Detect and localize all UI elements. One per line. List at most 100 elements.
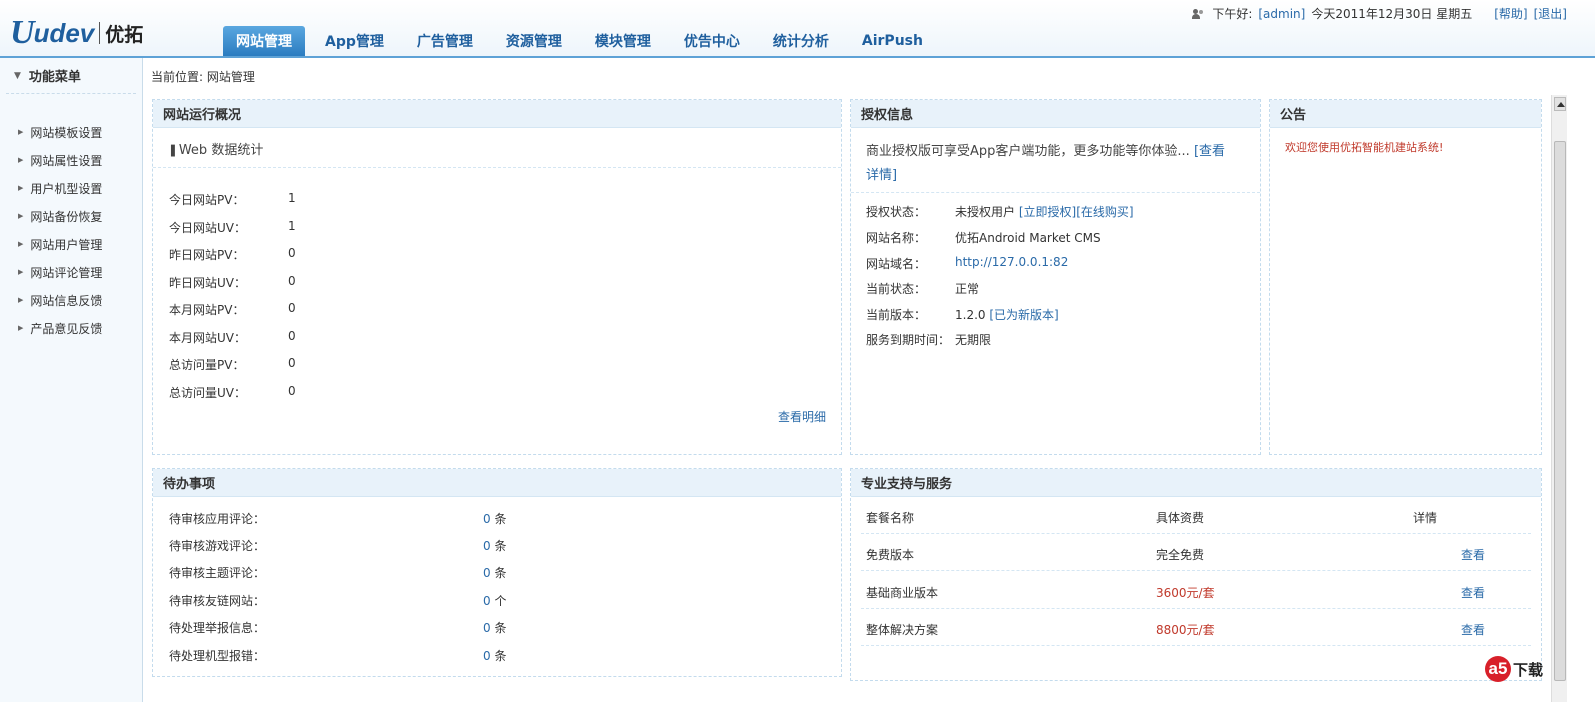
plan-price-amount: 3600元/套	[1156, 586, 1215, 600]
todo-count-link[interactable]: 0	[483, 594, 491, 608]
sidebar-item-label: 用户机型设置	[30, 181, 103, 196]
expire-label: 服务到期时间：	[866, 333, 951, 347]
version-number: 1.2.0	[955, 308, 986, 322]
panel-title: 专业支持与服务	[851, 469, 1541, 497]
sidebar-title[interactable]: ▼ 功能菜单	[6, 58, 136, 94]
site-domain-label: 网站域名：	[866, 257, 927, 271]
view-plan-link[interactable]: 查看	[1461, 621, 1485, 638]
buy-online-link[interactable]: [在线购买]	[1076, 205, 1133, 219]
logout-link[interactable]: [退出]	[1534, 5, 1567, 22]
plan-name: 免费版本	[866, 548, 915, 562]
stat-label: 昨日网站UV：	[169, 276, 246, 290]
user-bar: 下午好: [admin] 今天2011年12月30日 星期五 [帮助] [退出]	[1192, 5, 1567, 22]
tab-statistics[interactable]: 统计分析	[760, 26, 842, 56]
todo-label: 待审核主题评论：	[169, 566, 266, 580]
tab-ad-management[interactable]: 广告管理	[404, 26, 486, 56]
site-name-label: 网站名称：	[866, 231, 927, 245]
help-link[interactable]: [帮助]	[1494, 5, 1527, 22]
bullet-icon: ▶	[18, 156, 24, 164]
overview-panel: 网站运行概况 ▐ Web 数据统计 今日网站PV： 1 今日网站UV： 1 昨日…	[152, 99, 842, 455]
tab-app-management[interactable]: App管理	[312, 26, 397, 56]
logo[interactable]: Uudev 优拓	[10, 14, 143, 52]
todo-count[interactable]: 0 条	[483, 537, 506, 554]
sidebar-item-backup-restore[interactable]: ▶ 网站备份恢复	[0, 202, 142, 230]
site-name-value: 优拓Android Market CMS	[955, 231, 1101, 245]
vertical-scrollbar[interactable]	[1551, 95, 1567, 702]
site-state-value: 正常	[955, 282, 980, 296]
logo-mark: U	[10, 14, 35, 51]
todo-count[interactable]: 0 条	[483, 510, 506, 527]
bullet-icon: ▶	[18, 212, 24, 220]
view-details-link[interactable]: 查看明细	[778, 408, 826, 425]
sidebar-item-attribute-settings[interactable]: ▶ 网站属性设置	[0, 146, 142, 174]
table-header: 套餐名称	[866, 511, 915, 525]
todo-unit: 条	[494, 566, 507, 580]
view-plan-link[interactable]: 查看	[1461, 546, 1485, 563]
sidebar-item-product-feedback[interactable]: ▶ 产品意见反馈	[0, 314, 142, 342]
todo-count-link[interactable]: 0	[483, 512, 491, 526]
tab-website-management[interactable]: 网站管理	[223, 26, 305, 56]
todo-count-link[interactable]: 0	[483, 539, 491, 553]
todo-label: 待审核游戏评论：	[169, 539, 266, 553]
tab-airpush[interactable]: AirPush	[849, 26, 936, 56]
date-text: 今天2011年12月30日 星期五	[1311, 7, 1473, 21]
sidebar-item-user-management[interactable]: ▶ 网站用户管理	[0, 230, 142, 258]
sidebar-item-device-settings[interactable]: ▶ 用户机型设置	[0, 174, 142, 202]
sidebar-item-feedback[interactable]: ▶ 网站信息反馈	[0, 286, 142, 314]
watermark-logo: a5 下载	[1485, 656, 1543, 682]
todo-count-link[interactable]: 0	[483, 621, 491, 635]
todo-count-link[interactable]: 0	[483, 649, 491, 663]
username-link[interactable]: [admin]	[1258, 7, 1305, 21]
version-status-link[interactable]: [已为新版本]	[989, 308, 1058, 322]
view-license-details-link[interactable]: [查看	[1194, 144, 1225, 159]
logo-wordmark: udev	[33, 17, 95, 48]
sidebar-item-label: 网站信息反馈	[30, 293, 103, 308]
bar-chart-icon: ▐	[167, 146, 175, 157]
sidebar-item-comment-management[interactable]: ▶ 网站评论管理	[0, 258, 142, 286]
todo-count[interactable]: 0 条	[483, 619, 506, 636]
todo-count[interactable]: 0 条	[483, 564, 506, 581]
stat-label: 总访问量PV：	[169, 358, 245, 372]
todo-count[interactable]: 0 个	[483, 592, 506, 609]
todo-count[interactable]: 0 条	[483, 647, 506, 664]
todo-count-link[interactable]: 0	[483, 566, 491, 580]
stat-value: 1	[288, 191, 296, 205]
web-stats-label: Web 数据统计	[178, 143, 264, 158]
bullet-icon: ▶	[18, 184, 24, 192]
site-state-label: 当前状态：	[866, 282, 927, 296]
stat-value: 0	[288, 274, 296, 288]
sidebar-item-label: 网站评论管理	[30, 265, 103, 280]
logo-divider	[99, 22, 101, 44]
authorize-now-link[interactable]: [立即授权]	[1019, 205, 1076, 219]
tab-module-management[interactable]: 模块管理	[582, 26, 664, 56]
scrollbar-thumb[interactable]	[1554, 141, 1566, 681]
triangle-down-icon: ▼	[14, 70, 21, 81]
tab-resource-management[interactable]: 资源管理	[493, 26, 575, 56]
todo-unit: 条	[494, 621, 507, 635]
sidebar-item-label: 产品意见反馈	[30, 321, 103, 336]
todo-panel: 待办事项 待审核应用评论： 0 条 待审核游戏评论： 0 条 待审核主题评论： …	[152, 468, 842, 677]
expire-value: 无期限	[955, 333, 992, 347]
users-icon	[1192, 8, 1206, 19]
sidebar-item-label: 网站属性设置	[30, 153, 103, 168]
version-value: 1.2.0 [已为新版本]	[955, 306, 1059, 323]
announcement-panel: 公告 欢迎您使用优拓智能机建站系统!	[1269, 99, 1542, 455]
table-header: 详情	[1413, 511, 1438, 525]
bullet-icon: ▶	[18, 268, 24, 276]
version-label: 当前版本：	[866, 308, 927, 322]
sidebar-item-label: 网站备份恢复	[30, 209, 103, 224]
plan-name: 整体解决方案	[866, 623, 939, 637]
table-header: 具体资费	[1156, 511, 1205, 525]
bullet-icon: ▶	[18, 324, 24, 332]
panel-title: 公告	[1270, 100, 1541, 128]
view-plan-link[interactable]: 查看	[1461, 584, 1485, 601]
a5-badge: a5	[1485, 656, 1511, 682]
scroll-up-arrow-icon[interactable]	[1554, 97, 1566, 111]
license-notice: 商业授权版可享受App客户端功能，更多功能等你体验... [查看 详情]	[866, 140, 1256, 188]
sidebar-item-label: 网站用户管理	[30, 237, 103, 252]
view-license-details-link-cont[interactable]: 详情]	[866, 168, 897, 183]
main-nav: 网站管理 App管理 广告管理 资源管理 模块管理 优告中心 统计分析 AirP…	[223, 26, 943, 56]
sidebar-item-template-settings[interactable]: ▶ 网站模板设置	[0, 118, 142, 146]
site-domain-link[interactable]: http://127.0.0.1:82	[955, 255, 1068, 269]
tab-ad-center[interactable]: 优告中心	[671, 26, 753, 56]
